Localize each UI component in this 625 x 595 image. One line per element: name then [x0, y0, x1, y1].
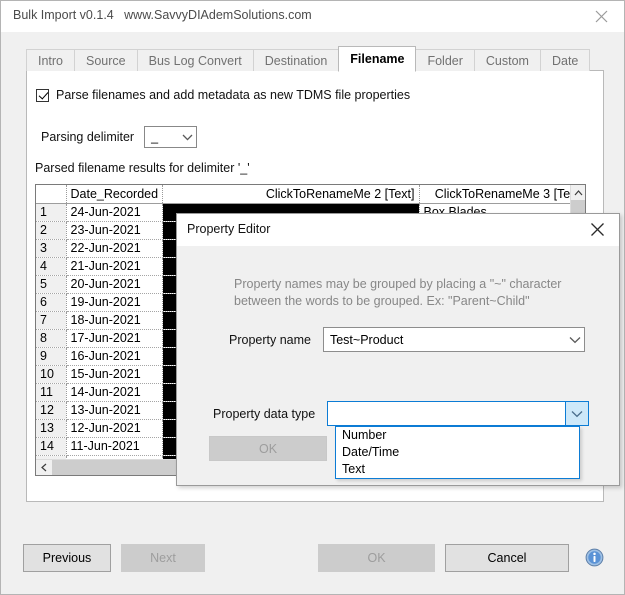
tab-folder[interactable]: Folder [415, 49, 475, 71]
property-name-value: Test~Product [329, 332, 404, 347]
chevron-down-icon [565, 402, 589, 425]
column-header-click-to-rename-3[interactable]: ClickToRenameMe 3 [Tex [419, 185, 570, 204]
property-data-type-label: Property data type [213, 406, 316, 421]
property-name-field: Property name Test~Product [229, 327, 585, 352]
property-name-label: Property name [229, 332, 311, 347]
row-number: 8 [36, 329, 67, 348]
tab-destination[interactable]: Destination [252, 49, 340, 71]
property-editor-dialog: Property Editor Property names may be gr… [176, 213, 620, 486]
dropdown-option-date-time[interactable]: Date/Time [336, 444, 579, 461]
parse-filenames-checkbox[interactable]: Parse filenames and add metadata as new … [36, 88, 410, 102]
tab-bus-log-convert[interactable]: Bus Log Convert [136, 49, 254, 71]
parsing-delimiter-row: Parsing delimiter _ [41, 126, 198, 148]
chevron-down-icon [178, 134, 196, 141]
parsing-delimiter-select[interactable]: _ [144, 126, 198, 148]
cell-date[interactable]: 15-Jun-2021 [66, 365, 163, 384]
row-number: 6 [36, 293, 67, 312]
dialog-help-line-2: between the words to be grouped. Ex: "Pa… [234, 294, 530, 308]
title-bar: Bulk Import v0.1.4 www.SavvyDIAdemSoluti… [1, 1, 624, 32]
cell-date[interactable]: 21-Jun-2021 [66, 257, 163, 276]
table-header-row: Date_Recorded ClickToRenameMe 2 [Text] C… [36, 185, 570, 204]
tab-filename[interactable]: Filename [338, 46, 417, 72]
dropdown-option-text[interactable]: Text [336, 461, 579, 478]
cell-date[interactable]: 20-Jun-2021 [66, 275, 163, 294]
close-icon[interactable] [575, 214, 619, 245]
chevron-left-icon[interactable] [36, 460, 52, 475]
chevron-down-icon [566, 336, 584, 344]
window-title: Bulk Import v0.1.4 www.SavvyDIAdemSoluti… [13, 8, 312, 22]
cell-date[interactable]: 22-Jun-2021 [66, 239, 163, 258]
cell-date[interactable]: 17-Jun-2021 [66, 329, 163, 348]
checkbox-check-icon [36, 88, 49, 102]
row-number: 4 [36, 257, 67, 276]
cell-date[interactable]: 19-Jun-2021 [66, 293, 163, 312]
row-number: 3 [36, 239, 67, 258]
row-number: 13 [36, 419, 67, 438]
column-header-click-to-rename-2[interactable]: ClickToRenameMe 2 [Text] [162, 185, 420, 204]
tab-intro[interactable]: Intro [26, 49, 76, 71]
close-icon[interactable] [579, 1, 624, 31]
row-number: 5 [36, 275, 67, 294]
column-header-date-recorded[interactable]: Date_Recorded [66, 185, 163, 204]
dialog-help-line-1: Property names may be grouped by placing… [234, 277, 562, 291]
cell-date[interactable]: 18-Jun-2021 [66, 311, 163, 330]
cell-date[interactable]: 14-Jun-2021 [66, 383, 163, 402]
row-number: 1 [36, 203, 67, 222]
tab-custom[interactable]: Custom [473, 49, 541, 71]
grid-corner-header[interactable] [36, 185, 67, 204]
cell-date[interactable]: 24-Jun-2021 [66, 203, 163, 222]
row-number: 10 [36, 365, 67, 384]
row-number: 14 [36, 437, 67, 456]
cell-date[interactable]: 12-Jun-2021 [66, 419, 163, 438]
parsing-delimiter-value: _ [151, 130, 159, 144]
chevron-up-icon[interactable] [571, 185, 585, 200]
dialog-title: Property Editor [187, 222, 271, 236]
tab-strip: Intro Source Bus Log Convert Destination… [26, 46, 591, 72]
parsed-results-label: Parsed filename results for delimiter '_… [35, 161, 250, 175]
parse-filenames-label: Parse filenames and add metadata as new … [56, 88, 411, 102]
tab-date[interactable]: Date [539, 49, 591, 71]
property-data-type-select[interactable] [327, 401, 590, 426]
cell-date[interactable]: 13-Jun-2021 [66, 401, 163, 420]
parsing-delimiter-label: Parsing delimiter [41, 130, 135, 144]
ok-button[interactable]: OK [318, 544, 435, 572]
cancel-button[interactable]: Cancel [445, 544, 569, 572]
application-window: Bulk Import v0.1.4 www.SavvyDIAdemSoluti… [0, 0, 625, 595]
dialog-help-text: Property names may be grouped by placing… [234, 276, 604, 310]
row-number: 9 [36, 347, 67, 366]
dialog-title-bar: Property Editor [177, 214, 619, 246]
property-data-type-field: Property data type [213, 401, 590, 426]
info-icon[interactable] [585, 548, 604, 567]
row-number: 2 [36, 221, 67, 240]
tab-source[interactable]: Source [74, 49, 138, 71]
row-number: 12 [36, 401, 67, 420]
cell-date[interactable]: 11-Jun-2021 [66, 437, 163, 456]
row-number: 7 [36, 311, 67, 330]
dialog-ok-button[interactable]: OK [209, 436, 327, 461]
next-button[interactable]: Next [121, 544, 205, 572]
property-name-select[interactable]: Test~Product [322, 327, 585, 352]
dropdown-option-number[interactable]: Number [336, 427, 579, 444]
row-number: 11 [36, 383, 67, 402]
cell-date[interactable]: 16-Jun-2021 [66, 347, 163, 366]
property-data-type-dropdown-list: Number Date/Time Text [335, 426, 580, 479]
cell-date[interactable]: 23-Jun-2021 [66, 221, 163, 240]
previous-button[interactable]: Previous [23, 544, 111, 572]
